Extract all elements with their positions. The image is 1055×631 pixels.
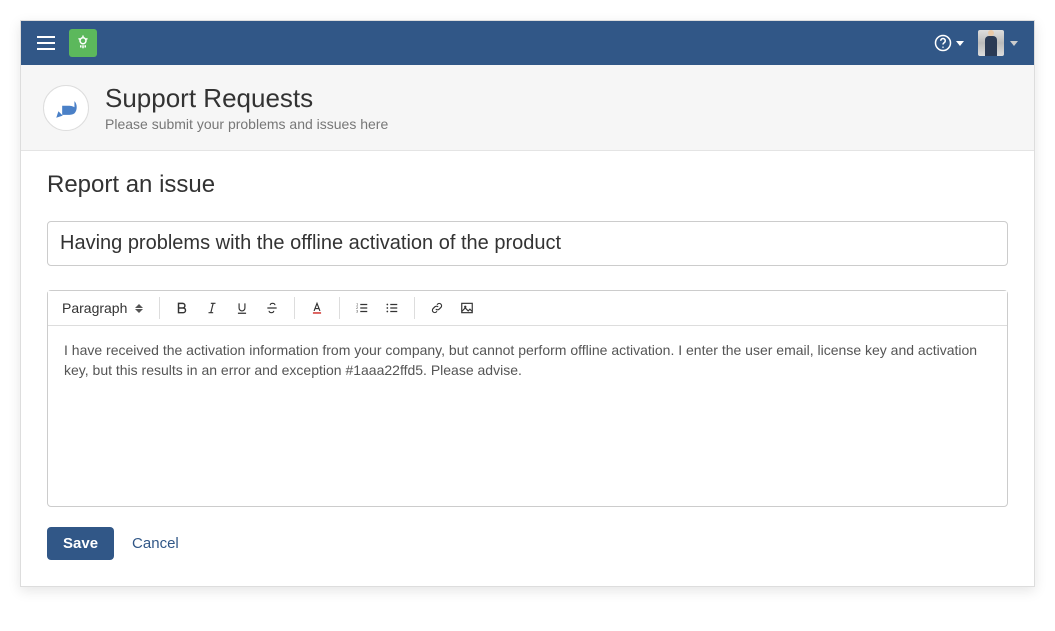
navbar-left: [37, 29, 97, 57]
user-menu[interactable]: [978, 30, 1018, 56]
form-heading: Report an issue: [47, 171, 1008, 199]
app-frame: Support Requests Please submit your prob…: [20, 20, 1035, 587]
ordered-list-button[interactable]: 123: [348, 295, 376, 321]
editor-toolbar: Paragraph: [48, 291, 1007, 326]
ordered-list-icon: 123: [355, 301, 369, 315]
format-label: Paragraph: [62, 300, 127, 316]
text-color-icon: [310, 301, 324, 315]
underline-button[interactable]: [228, 295, 256, 321]
text-color-button[interactable]: [303, 295, 331, 321]
help-icon: [934, 34, 952, 52]
image-button[interactable]: [453, 295, 481, 321]
navbar-right: [934, 30, 1018, 56]
image-icon: [460, 301, 474, 315]
link-button[interactable]: [423, 295, 451, 321]
strikethrough-button[interactable]: [258, 295, 286, 321]
cancel-link[interactable]: Cancel: [132, 535, 179, 552]
issue-body-editor[interactable]: I have received the activation informati…: [48, 326, 1007, 506]
issue-title-input[interactable]: [47, 221, 1008, 266]
avatar: [978, 30, 1004, 56]
menu-icon[interactable]: [37, 36, 55, 50]
unordered-list-button[interactable]: [378, 295, 406, 321]
top-navbar: [21, 21, 1034, 65]
separator: [414, 297, 415, 319]
sort-icon: [135, 304, 143, 313]
unordered-list-icon: [385, 301, 399, 315]
italic-icon: [205, 301, 219, 315]
form-actions: Save Cancel: [47, 527, 1008, 560]
rocket-icon: [43, 85, 89, 131]
separator: [339, 297, 340, 319]
page-subtitle: Please submit your problems and issues h…: [105, 116, 388, 132]
page-header: Support Requests Please submit your prob…: [21, 65, 1034, 151]
help-menu[interactable]: [934, 34, 964, 52]
page-title: Support Requests: [105, 83, 388, 114]
link-icon: [430, 301, 444, 315]
bold-icon: [175, 301, 189, 315]
app-logo[interactable]: [69, 29, 97, 57]
separator: [159, 297, 160, 319]
svg-text:3: 3: [357, 310, 359, 314]
caret-down-icon: [956, 41, 964, 46]
separator: [294, 297, 295, 319]
paragraph-format-select[interactable]: Paragraph: [54, 296, 151, 320]
underline-icon: [235, 301, 249, 315]
content: Report an issue Paragraph: [21, 151, 1034, 586]
caret-down-icon: [1010, 41, 1018, 46]
header-text: Support Requests Please submit your prob…: [105, 83, 388, 132]
rich-editor: Paragraph: [47, 290, 1008, 507]
save-button[interactable]: Save: [47, 527, 114, 560]
italic-button[interactable]: [198, 295, 226, 321]
strikethrough-icon: [265, 301, 279, 315]
bold-button[interactable]: [168, 295, 196, 321]
